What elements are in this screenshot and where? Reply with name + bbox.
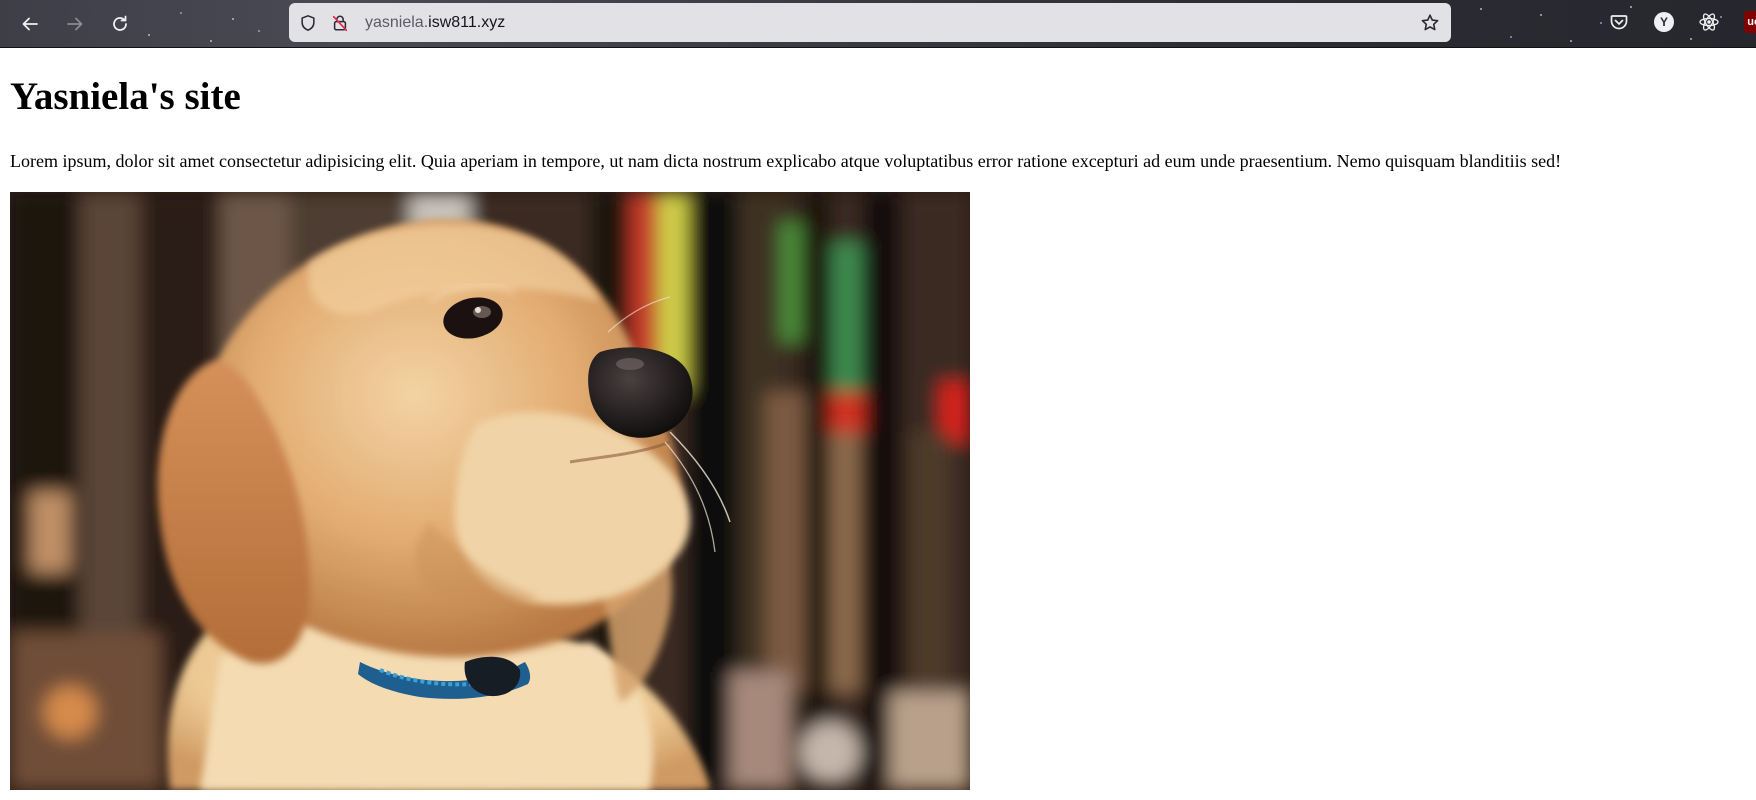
star-icon[interactable] bbox=[1420, 13, 1440, 33]
pocket-icon[interactable] bbox=[1608, 11, 1630, 33]
reload-icon bbox=[113, 15, 127, 31]
react-devtools-icon[interactable] bbox=[1698, 11, 1720, 33]
url-subdomain: yasniela. bbox=[365, 14, 429, 31]
url-domain: isw811.xyz bbox=[428, 14, 506, 31]
page-title: Yasniela's site bbox=[10, 75, 241, 118]
address-bar[interactable]: yasniela.isw811.xyz bbox=[289, 3, 1451, 42]
ublock-badge-text: uo bbox=[1747, 16, 1756, 28]
forward-button[interactable] bbox=[59, 8, 91, 40]
profile-avatar-icon[interactable]: Y bbox=[1653, 11, 1675, 33]
shield-icon[interactable] bbox=[298, 13, 318, 33]
browser-toolbar: yasniela.isw811.xyz Y uo bbox=[0, 0, 1756, 48]
page-content: Yasniela's site Lorem ipsum, dolor sit a… bbox=[0, 48, 1756, 800]
intro-paragraph: Lorem ipsum, dolor sit amet consectetur … bbox=[10, 151, 1562, 171]
reload-button[interactable] bbox=[104, 8, 136, 40]
back-button[interactable] bbox=[14, 8, 46, 40]
arrow-right-icon bbox=[67, 17, 83, 31]
puppy-photo bbox=[10, 192, 970, 790]
ublock-icon[interactable]: uo bbox=[1744, 11, 1756, 33]
insecure-lock-icon[interactable] bbox=[330, 13, 350, 33]
arrow-left-icon bbox=[22, 17, 38, 31]
profile-initial: Y bbox=[1654, 12, 1674, 32]
url-text[interactable]: yasniela.isw811.xyz bbox=[365, 13, 505, 33]
